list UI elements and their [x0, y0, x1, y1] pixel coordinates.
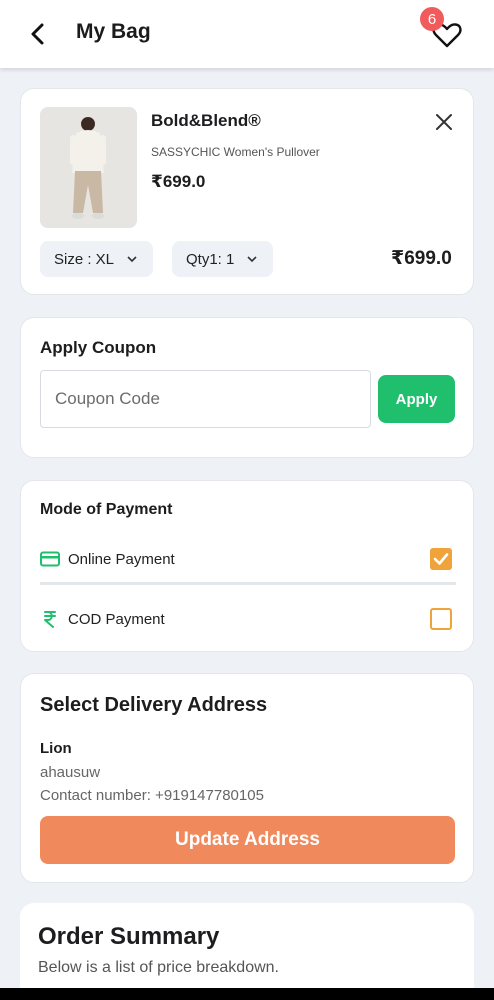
payment-option-online[interactable]: Online Payment	[40, 544, 456, 574]
chevron-down-icon	[127, 256, 137, 263]
delivery-address-card: Select Delivery Address Lion ahausuw Con…	[20, 673, 474, 883]
payment-option-label: Online Payment	[68, 550, 175, 568]
product-name: SASSYCHIC Women's Pullover	[151, 145, 320, 159]
app-header: My Bag 6	[0, 0, 494, 68]
product-photo-illustration	[40, 107, 137, 228]
rupee-icon	[44, 611, 56, 628]
payment-divider	[40, 582, 456, 585]
quantity-dropdown[interactable]: Qty1: 1	[172, 241, 273, 277]
chevron-left-icon	[31, 23, 44, 45]
online-payment-checkbox[interactable]	[430, 548, 452, 570]
product-price: ₹699.0	[151, 172, 206, 191]
close-icon	[436, 114, 452, 130]
coupon-input[interactable]	[40, 370, 371, 428]
page-title: My Bag	[76, 20, 151, 43]
apply-coupon-button[interactable]: Apply	[378, 375, 455, 423]
item-total: ₹699.0	[391, 248, 452, 269]
order-summary-title: Order Summary	[38, 923, 220, 950]
chevron-down-icon	[247, 256, 257, 263]
payment-option-cod[interactable]: COD Payment	[40, 604, 456, 634]
credit-card-icon	[40, 551, 60, 567]
update-address-button[interactable]: Update Address	[40, 816, 455, 864]
address-name: Lion	[40, 740, 72, 757]
order-summary-subtitle: Below is a list of price breakdown.	[38, 959, 279, 976]
payment-mode-card: Mode of Payment Online Payment COD Payme…	[20, 480, 474, 652]
size-dropdown[interactable]: Size : XL	[40, 241, 153, 277]
address-title: Select Delivery Address	[40, 694, 268, 716]
address-line: ahausuw	[40, 764, 101, 781]
cod-payment-checkbox[interactable]	[430, 608, 452, 630]
size-label: Size : XL	[54, 250, 115, 268]
qty-label: Qty1: 1	[186, 250, 235, 268]
order-summary-card: Order Summary Below is a list of price b…	[20, 903, 474, 1000]
product-image[interactable]	[40, 107, 137, 228]
back-button[interactable]	[24, 20, 52, 48]
address-contact: Contact number: +919147780105	[40, 787, 264, 804]
payment-title: Mode of Payment	[40, 501, 173, 518]
coupon-title: Apply Coupon	[40, 338, 157, 357]
check-icon	[433, 553, 449, 565]
cart-item-card: Bold&Blend® SASSYCHIC Women's Pullover ₹…	[20, 88, 474, 295]
wishlist-count-badge: 6	[420, 7, 444, 31]
system-nav-bar	[0, 988, 494, 1000]
remove-item-button[interactable]	[433, 111, 455, 133]
product-brand: Bold&Blend®	[151, 111, 261, 130]
coupon-card: Apply Coupon Apply	[20, 317, 474, 458]
payment-option-label: COD Payment	[68, 610, 165, 628]
